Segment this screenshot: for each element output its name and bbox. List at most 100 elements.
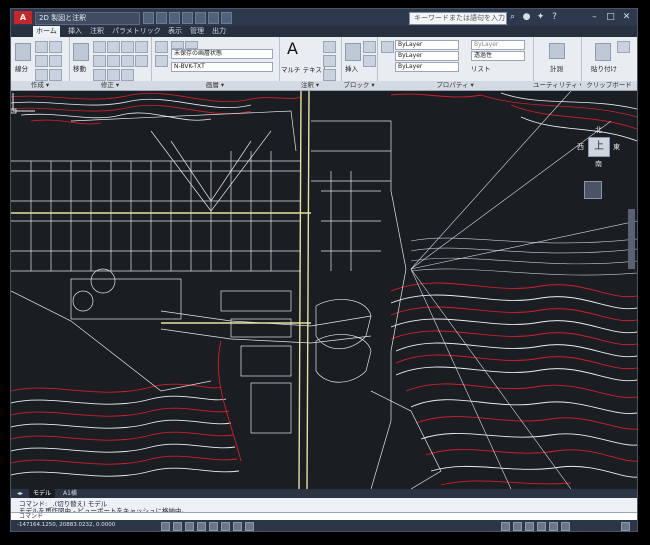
- search-input[interactable]: キーワードまたは語句を入力: [409, 12, 507, 25]
- tab-home[interactable]: ホーム: [33, 26, 60, 37]
- linetype-combo[interactable]: ByLayer: [395, 51, 459, 61]
- hardware-acceleration-icon[interactable]: [549, 522, 558, 531]
- clean-screen-icon[interactable]: [561, 522, 570, 531]
- isolate-icon[interactable]: [537, 522, 546, 531]
- mtext-icon[interactable]: A: [287, 39, 298, 58]
- minimize-button[interactable]: –: [589, 12, 600, 23]
- hatch-icon[interactable]: [35, 69, 48, 81]
- save-icon[interactable]: [169, 12, 180, 24]
- rotate-icon[interactable]: [93, 41, 106, 53]
- panel-properties-label[interactable]: プロパティ ▾: [377, 81, 533, 90]
- search-icon[interactable]: ⌕: [507, 12, 518, 23]
- edit-block-icon[interactable]: [363, 55, 376, 67]
- polar-icon[interactable]: [209, 522, 218, 531]
- offset-icon[interactable]: [121, 69, 134, 81]
- panel-layers-label[interactable]: 画層 ▾: [151, 81, 279, 90]
- leader-icon[interactable]: [323, 55, 336, 67]
- scale-icon[interactable]: [93, 69, 106, 81]
- layer-combo[interactable]: N-BVK-TXT: [171, 62, 273, 72]
- ellipse-icon[interactable]: [49, 69, 62, 81]
- tab-insert[interactable]: 挿入: [65, 26, 85, 37]
- tab-parametric[interactable]: パラメトリック: [109, 26, 164, 37]
- application-menu-button[interactable]: A: [14, 11, 32, 24]
- transparency-combo[interactable]: 透過性: [471, 51, 525, 61]
- drawing-canvas[interactable]: 上 北 南 東 西: [11, 91, 637, 489]
- undo-icon[interactable]: [208, 12, 219, 24]
- customize-icon[interactable]: [621, 522, 630, 531]
- model-space-icon[interactable]: [161, 522, 170, 531]
- layer-on-icon[interactable]: [171, 41, 184, 49]
- arc-icon[interactable]: [35, 55, 48, 67]
- osnap-icon[interactable]: [221, 522, 230, 531]
- exchange-icon[interactable]: ✦: [535, 12, 546, 23]
- match-properties-icon[interactable]: [381, 41, 394, 53]
- print-icon[interactable]: [195, 12, 206, 24]
- trim-icon[interactable]: [107, 41, 120, 53]
- navigation-bar-icon[interactable]: [584, 181, 602, 199]
- ortho-icon[interactable]: [197, 522, 206, 531]
- viewcube-west[interactable]: 西: [577, 142, 584, 152]
- array-icon[interactable]: [107, 69, 120, 81]
- viewcube-south[interactable]: 南: [595, 159, 602, 169]
- grid-icon[interactable]: [173, 522, 182, 531]
- circle-icon[interactable]: [49, 41, 62, 53]
- panel-utilities-label[interactable]: ユーティリティ ▾: [533, 81, 581, 90]
- panel-annotation-label[interactable]: 注釈 ▾: [279, 81, 341, 90]
- stretch-icon[interactable]: [135, 55, 148, 67]
- close-button[interactable]: ✕: [621, 12, 632, 23]
- plot-style-combo[interactable]: ByLayer: [471, 40, 525, 50]
- create-block-icon[interactable]: [363, 41, 376, 53]
- viewcube-top-face[interactable]: 上: [588, 137, 610, 157]
- explode-icon[interactable]: [121, 55, 134, 67]
- user-icon[interactable]: ●: [521, 12, 532, 23]
- redo-icon[interactable]: [221, 12, 232, 24]
- measure-icon[interactable]: [549, 43, 565, 59]
- color-combo[interactable]: ByLayer: [395, 40, 459, 50]
- viewcube-north[interactable]: 北: [595, 125, 602, 135]
- polyline-icon[interactable]: [35, 41, 48, 53]
- insert-block-icon[interactable]: [345, 43, 361, 61]
- lock-icon[interactable]: [525, 522, 534, 531]
- layout-tab-a1[interactable]: A1横: [59, 489, 81, 498]
- lineweight-icon[interactable]: [245, 522, 254, 531]
- lineweight-combo[interactable]: ByLayer: [395, 62, 459, 72]
- panel-draw-label[interactable]: 作成 ▾: [11, 81, 69, 90]
- dimension-icon[interactable]: [323, 41, 336, 53]
- tab-manage[interactable]: 管理: [187, 26, 207, 37]
- move-icon[interactable]: [73, 43, 89, 61]
- maximize-button[interactable]: □: [605, 12, 616, 23]
- panel-block-label[interactable]: ブロック ▾: [341, 81, 377, 90]
- new-file-icon[interactable]: [143, 12, 154, 24]
- nav-arrows[interactable]: ◂▸: [13, 489, 27, 498]
- panel-clipboard-label[interactable]: クリップボード: [581, 81, 637, 90]
- copy-icon[interactable]: [135, 41, 148, 53]
- save-as-icon[interactable]: [182, 12, 193, 24]
- layer-properties-icon[interactable]: [155, 41, 168, 53]
- paste-icon[interactable]: [595, 43, 611, 61]
- layer-state-combo[interactable]: 未保存の画層状態: [171, 49, 273, 59]
- annotation-scale-icon[interactable]: [501, 522, 510, 531]
- copy-clip-icon[interactable]: [617, 41, 630, 53]
- layer-isolate-icon[interactable]: [155, 55, 168, 67]
- workspace-icon[interactable]: [513, 522, 522, 531]
- snap-icon[interactable]: [185, 522, 194, 531]
- table-icon[interactable]: [323, 69, 336, 81]
- viewcube-east[interactable]: 東: [613, 142, 620, 152]
- layer-freeze-icon[interactable]: [185, 41, 198, 49]
- fillet-icon[interactable]: [107, 55, 120, 67]
- mirror-icon[interactable]: [93, 55, 106, 67]
- open-file-icon[interactable]: [156, 12, 167, 24]
- rectangle-icon[interactable]: [49, 55, 62, 67]
- list-label[interactable]: リスト: [471, 63, 491, 73]
- otrack-icon[interactable]: [233, 522, 242, 531]
- tab-annotate[interactable]: 注釈: [87, 26, 107, 37]
- vertical-scrollbar[interactable]: [628, 209, 635, 269]
- help-icon[interactable]: ?: [549, 12, 560, 23]
- erase-icon[interactable]: [121, 41, 134, 53]
- panel-modify-label[interactable]: 修正 ▾: [69, 81, 151, 90]
- layout-tab-model[interactable]: モデル: [29, 489, 56, 498]
- workspace-selector[interactable]: 2D 製図と注釈: [35, 12, 140, 25]
- line-icon[interactable]: [15, 43, 31, 61]
- tab-view[interactable]: 表示: [165, 26, 185, 37]
- tab-output[interactable]: 出力: [209, 26, 229, 37]
